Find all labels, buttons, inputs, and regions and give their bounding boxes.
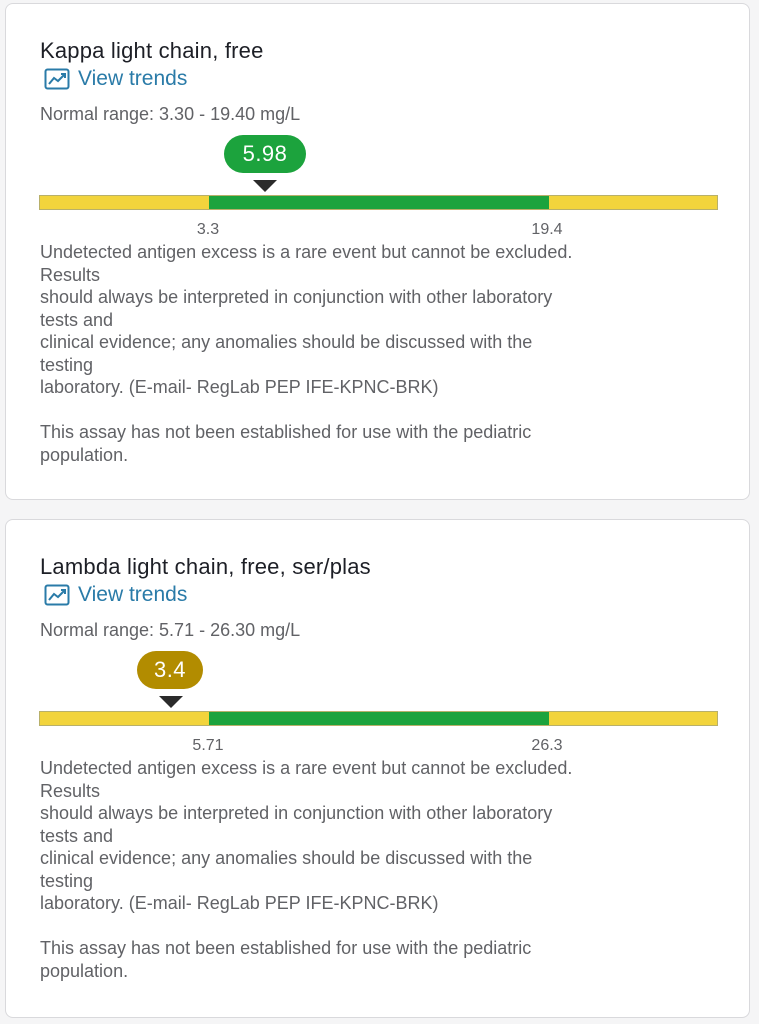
result-title: Lambda light chain, free, ser/plas	[40, 554, 371, 579]
comment-blank-line	[40, 399, 720, 422]
comment-line: laboratory. (E-mail- RegLab PEP IFE-KPNC…	[40, 893, 439, 913]
range-high-label: 26.3	[531, 737, 563, 754]
range-bar-normal-segment	[209, 712, 549, 725]
comment-line: tests and	[40, 825, 114, 846]
comment-line: laboratory. (E-mail- RegLab PEP IFE-KPNC…	[40, 377, 439, 397]
value-pointer-icon	[253, 180, 277, 192]
view-trends-link[interactable]: View trends	[44, 67, 187, 91]
comment-line: should always be interpreted in conjunct…	[40, 803, 553, 823]
result-card-kappa: Kappa light chain, free View trends Norm…	[5, 3, 750, 500]
comment-line: clinical evidence; any anomalies should …	[40, 332, 533, 352]
range-low-label: 3.3	[196, 221, 220, 238]
comment-line: Undetected antigen excess is a rare even…	[40, 758, 573, 778]
comment-line: population.	[40, 444, 129, 465]
comment-line: tests and	[40, 309, 114, 330]
line-chart-icon	[44, 584, 70, 606]
view-trends-label: View trends	[78, 67, 188, 90]
comment-line: clinical evidence; any anomalies should …	[40, 848, 533, 868]
comment-line: testing	[40, 354, 94, 375]
result-title: Kappa light chain, free	[40, 38, 264, 63]
range-low-label: 5.71	[192, 737, 224, 754]
view-trends-label: View trends	[78, 583, 188, 606]
view-trends-link[interactable]: View trends	[44, 583, 187, 607]
comment-line: This assay has not been established for …	[40, 422, 532, 442]
comment-blank-line	[40, 915, 720, 938]
range-high-label: 19.4	[531, 221, 563, 238]
result-value-bubble: 5.98	[224, 135, 306, 173]
range-bar	[39, 195, 718, 210]
result-value-bubble: 3.4	[137, 651, 203, 689]
comment-line: should always be interpreted in conjunct…	[40, 287, 553, 307]
range-bar-low-segment	[40, 196, 209, 209]
line-chart-icon	[44, 68, 70, 90]
comment-line: population.	[40, 960, 129, 981]
comment-line: This assay has not been established for …	[40, 938, 532, 958]
value-pointer-icon	[159, 696, 183, 708]
range-bar-normal-segment	[209, 196, 549, 209]
range-bar	[39, 711, 718, 726]
range-bar-low-segment	[40, 712, 209, 725]
result-comment: Undetected antigen excess is a rare even…	[40, 241, 720, 466]
comment-line: Undetected antigen excess is a rare even…	[40, 242, 573, 262]
comment-line: testing	[40, 870, 94, 891]
result-card-lambda: Lambda light chain, free, ser/plas View …	[5, 519, 750, 1018]
comment-line: Results	[40, 780, 101, 801]
comment-line: Results	[40, 264, 101, 285]
normal-range-text: Normal range: 3.30 - 19.40 mg/L	[40, 104, 301, 124]
range-bar-high-segment	[549, 196, 717, 209]
range-bar-high-segment	[549, 712, 717, 725]
result-comment: Undetected antigen excess is a rare even…	[40, 757, 720, 982]
normal-range-text: Normal range: 5.71 - 26.30 mg/L	[40, 620, 301, 640]
